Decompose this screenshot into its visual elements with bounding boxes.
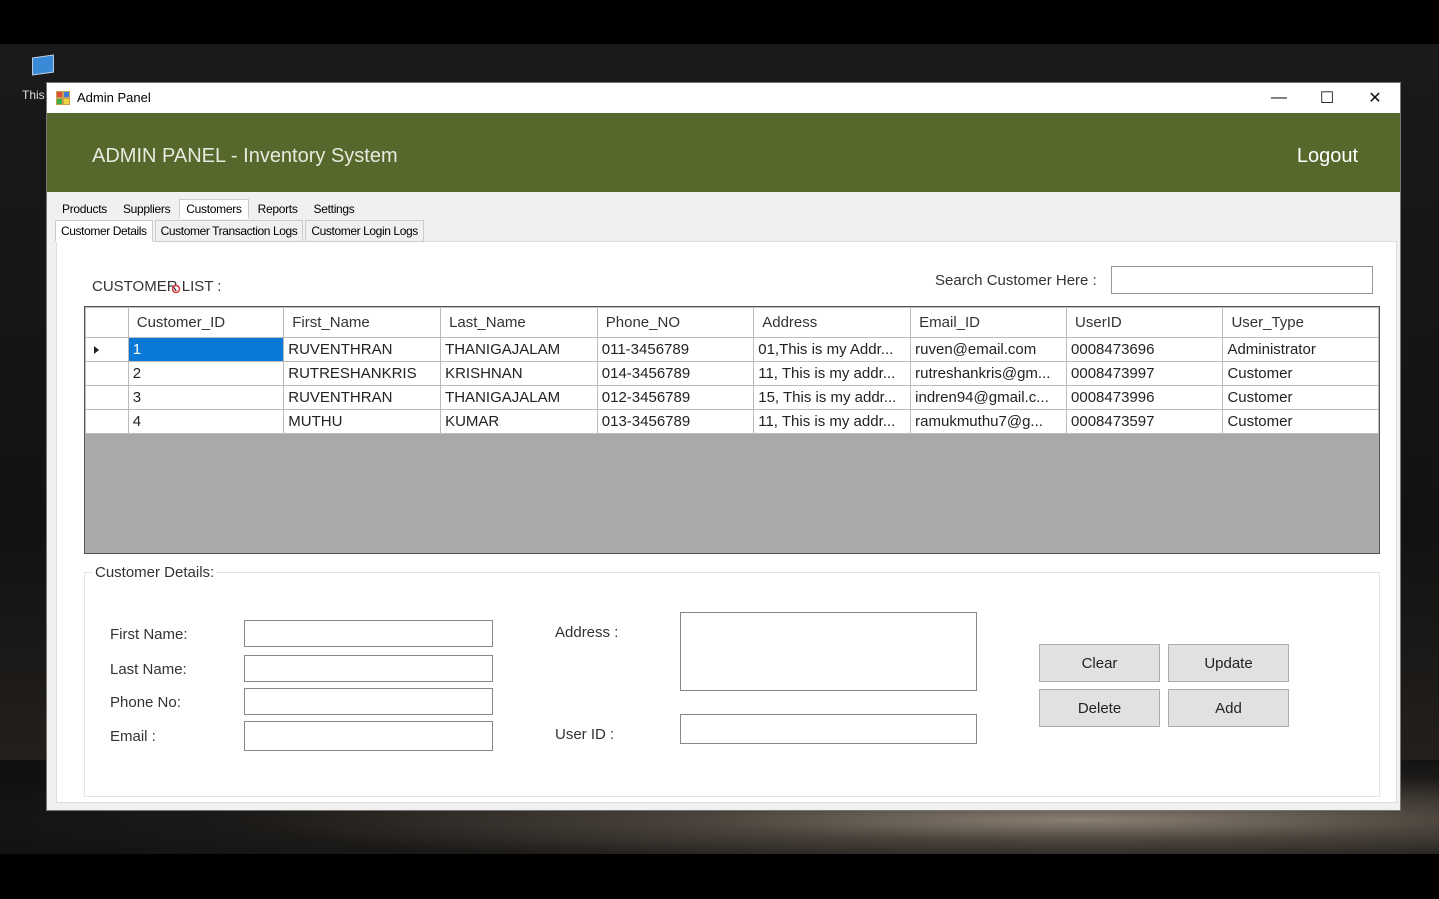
table-cell[interactable]: 1 [127,337,285,362]
table-cell[interactable]: THANIGAJALAM [440,337,598,362]
column-header[interactable]: Customer_ID [127,307,285,338]
table-cell[interactable]: 11, This is my addr... [753,361,912,386]
subtab-transaction-logs[interactable]: Customer Transaction Logs [154,220,304,242]
row-header[interactable] [85,337,129,362]
table-cell[interactable]: ramukmuthu7@g... [910,409,1068,434]
table-cell[interactable]: 011-3456789 [596,337,755,362]
first-name-field[interactable] [244,620,493,647]
table-cell[interactable]: MUTHU [283,409,442,434]
table-cell[interactable]: 013-3456789 [596,409,755,434]
table-cell[interactable]: 01,This is my Addr... [753,337,912,362]
window-title: Admin Panel [77,90,151,105]
last-name-field[interactable] [244,655,493,682]
close-button[interactable]: ✕ [1352,83,1398,113]
sub-tabs: Customer Details Customer Transaction Lo… [55,220,426,242]
userid-label: User ID : [555,726,615,743]
tab-settings[interactable]: Settings [307,199,362,219]
row-header[interactable] [85,409,129,434]
tab-products[interactable]: Products [55,199,114,219]
table-cell[interactable]: Customer [1222,361,1379,386]
row-header[interactable] [85,361,129,386]
customer-list-label: CUSTOMER LIST : [92,278,222,295]
desktop-icon-label: This [22,88,45,102]
logout-button[interactable]: Logout [1297,145,1358,168]
table-cell[interactable]: THANIGAJALAM [440,385,598,410]
subtab-login-logs[interactable]: Customer Login Logs [305,220,424,242]
customer-grid[interactable]: Customer_ID First_Name Last_Name Phone_N… [84,306,1380,554]
table-cell[interactable]: 0008473597 [1066,409,1224,434]
main-tabs: Products Suppliers Customers Reports Set… [55,199,364,219]
last-name-label: Last Name: [110,661,187,678]
phone-label: Phone No: [110,694,181,711]
add-button[interactable]: Add [1168,689,1289,727]
customer-details-title: Customer Details: [93,564,217,581]
table-row[interactable]: 4 MUTHU KUMAR 013-3456789 11, This is my… [85,409,1379,434]
address-label: Address : [555,624,619,641]
table-row[interactable]: 3 RUVENTHRAN THANIGAJALAM 012-3456789 15… [85,385,1379,410]
phone-field[interactable] [244,688,493,715]
column-header[interactable]: Phone_NO [596,307,755,338]
email-label: Email : [110,728,156,745]
table-row[interactable]: 2 RUTRESHANKRIS KRISHNAN 014-3456789 11,… [85,361,1379,386]
table-cell[interactable]: KRISHNAN [440,361,598,386]
search-label: Search Customer Here : [935,272,1097,289]
table-cell[interactable]: Customer [1222,409,1379,434]
admin-panel-window: Admin Panel — ☐ ✕ ADMIN PANEL - Inventor… [47,83,1400,810]
row-header-corner [85,307,129,338]
minimize-button[interactable]: — [1256,83,1302,113]
column-header[interactable]: UserID [1066,307,1224,338]
clear-button[interactable]: Clear [1039,644,1160,682]
table-cell[interactable]: Customer [1222,385,1379,410]
table-row[interactable]: 1 RUVENTHRAN THANIGAJALAM 011-3456789 01… [85,337,1379,362]
mouse-cursor-icon [172,284,181,294]
column-header[interactable]: Last_Name [440,307,598,338]
table-header-row: Customer_ID First_Name Last_Name Phone_N… [85,307,1379,338]
header-banner: ADMIN PANEL - Inventory System Logout [47,113,1400,192]
table-cell[interactable]: 15, This is my addr... [753,385,912,410]
table-cell[interactable]: 0008473997 [1066,361,1224,386]
table-cell[interactable]: Administrator [1222,337,1379,362]
maximize-button[interactable]: ☐ [1304,83,1350,113]
userid-field[interactable] [680,714,977,744]
subtab-customer-details[interactable]: Customer Details [55,220,153,242]
table-cell[interactable]: RUVENTHRAN [283,385,442,410]
table-cell[interactable]: 4 [127,409,285,434]
title-bar[interactable]: Admin Panel — ☐ ✕ [47,83,1400,113]
search-input[interactable] [1111,266,1373,294]
update-button[interactable]: Update [1168,644,1289,682]
table-cell[interactable]: KUMAR [440,409,598,434]
table-cell[interactable]: 11, This is my addr... [753,409,912,434]
address-field[interactable] [680,612,977,691]
column-header[interactable]: First_Name [283,307,442,338]
computer-icon [32,54,54,76]
column-header[interactable]: Email_ID [910,307,1068,338]
table-cell[interactable]: indren94@gmail.c... [910,385,1068,410]
tab-reports[interactable]: Reports [251,199,305,219]
column-header[interactable]: Address [753,307,912,338]
column-header[interactable]: User_Type [1222,307,1379,338]
first-name-label: First Name: [110,626,188,643]
row-header[interactable] [85,385,129,410]
current-row-arrow-icon [94,345,99,354]
customer-table: Customer_ID First_Name Last_Name Phone_N… [85,307,1379,434]
page-title: ADMIN PANEL - Inventory System [92,145,398,167]
table-cell[interactable]: 012-3456789 [596,385,755,410]
delete-button[interactable]: Delete [1039,689,1160,727]
table-cell[interactable]: 0008473696 [1066,337,1224,362]
table-cell[interactable]: 2 [127,361,285,386]
table-cell[interactable]: 014-3456789 [596,361,755,386]
customer-details-page: CUSTOMER LIST : Search Customer Here : C… [56,241,1397,803]
table-cell[interactable]: RUVENTHRAN [283,337,442,362]
tab-customers[interactable]: Customers [179,199,249,219]
app-icon [56,91,70,105]
table-cell[interactable]: ruven@email.com [910,337,1068,362]
tab-suppliers[interactable]: Suppliers [116,199,177,219]
table-cell[interactable]: 3 [127,385,285,410]
table-cell[interactable]: 0008473996 [1066,385,1224,410]
table-cell[interactable]: RUTRESHANKRIS [283,361,442,386]
table-cell[interactable]: rutreshankris@gm... [910,361,1068,386]
email-field[interactable] [244,721,493,751]
